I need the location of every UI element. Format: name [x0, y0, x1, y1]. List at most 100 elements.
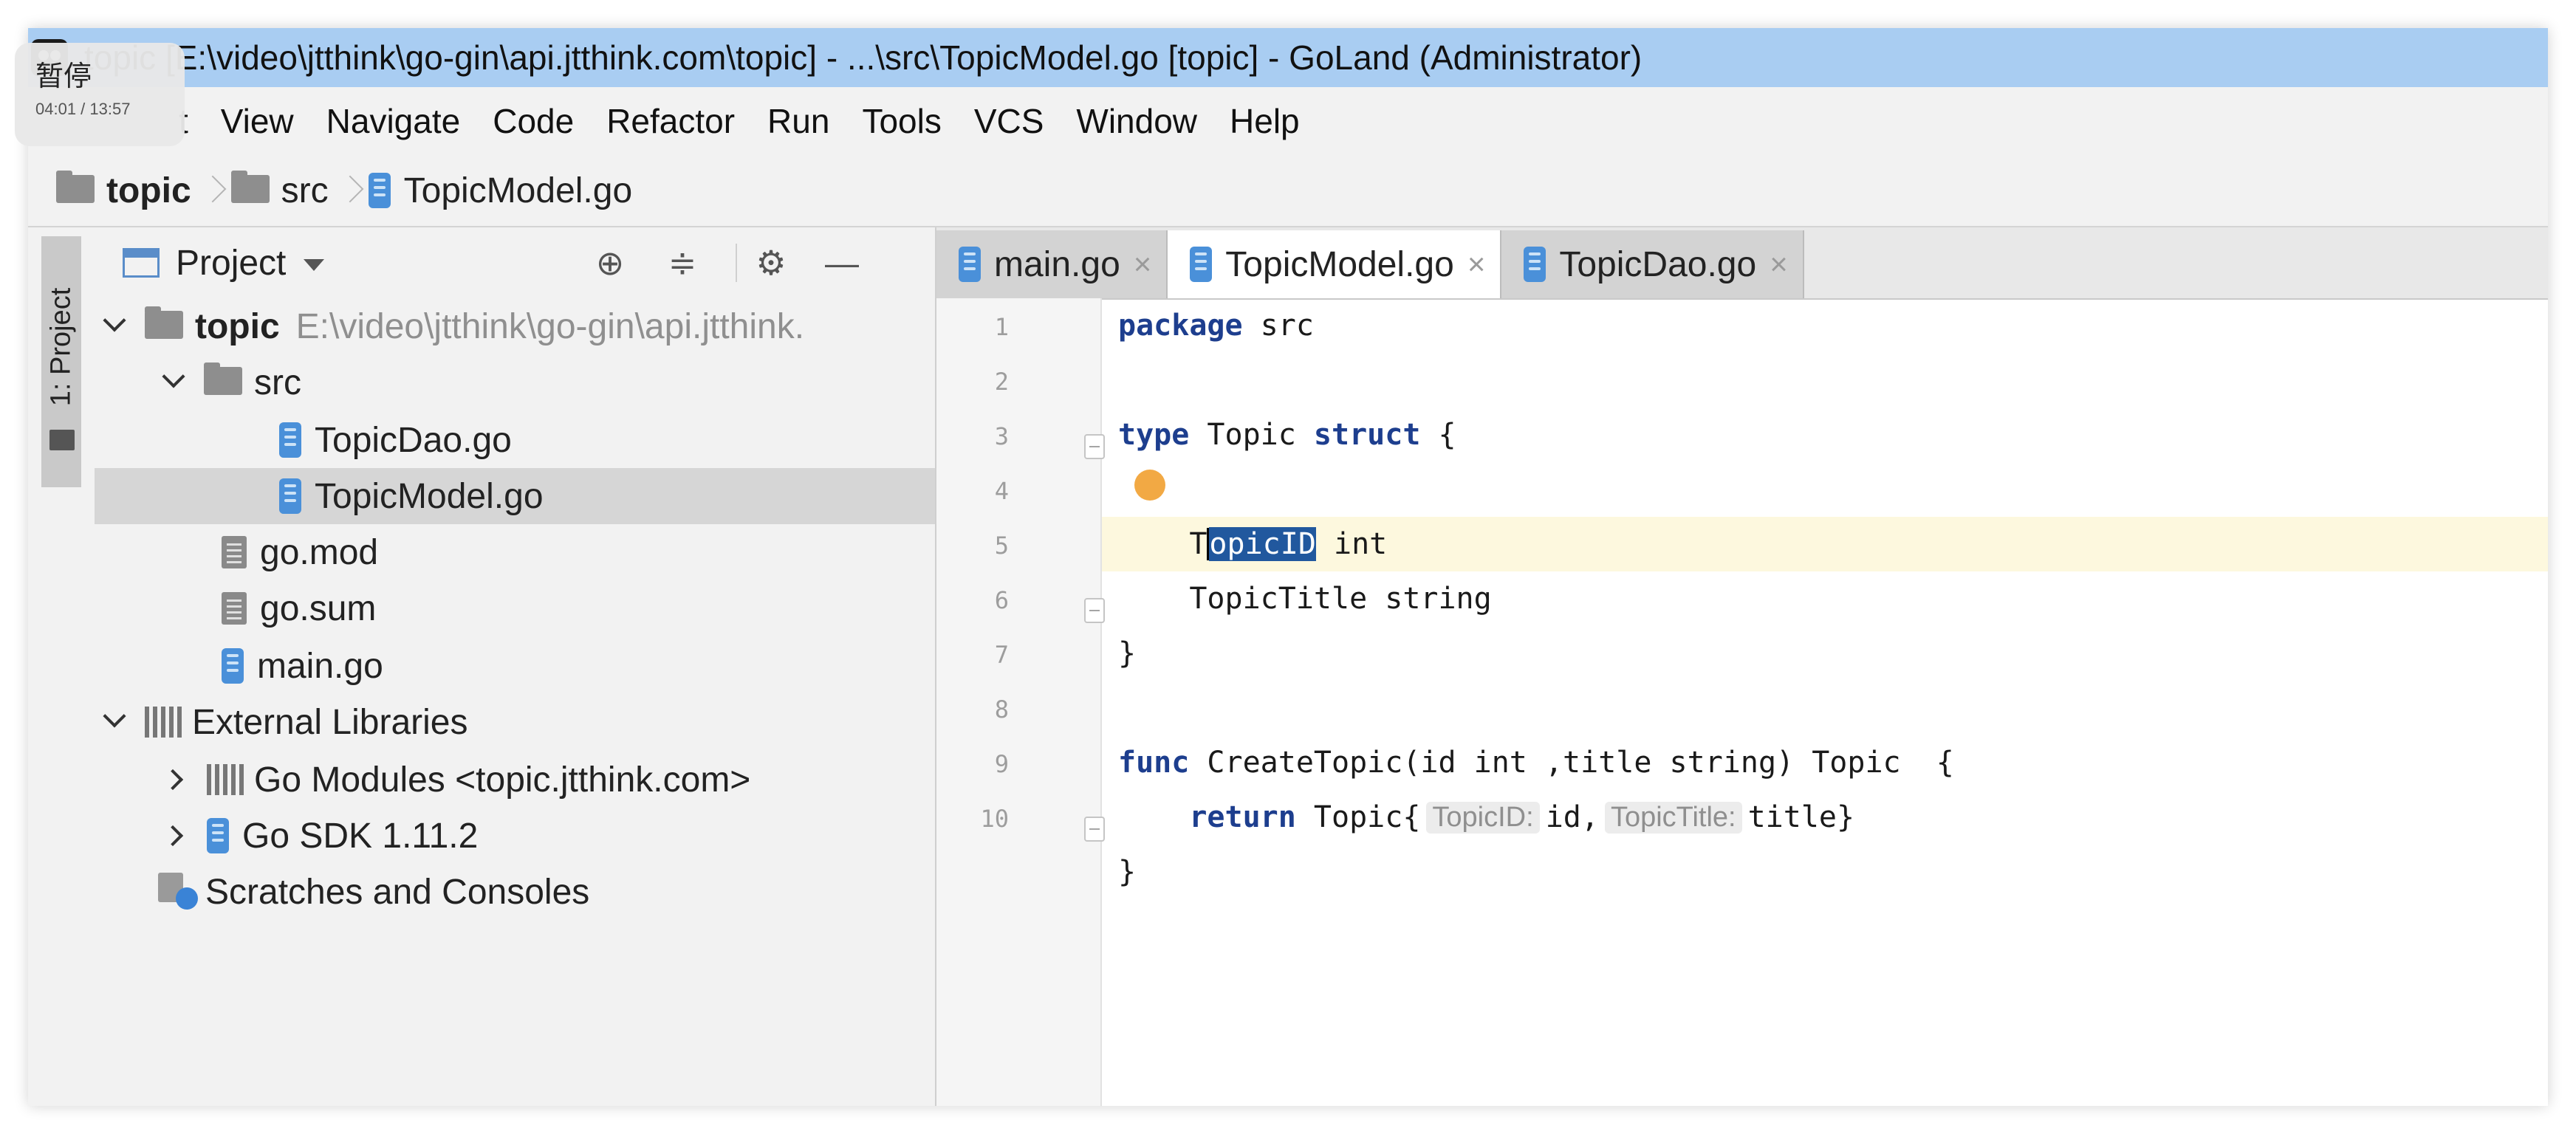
tab-label: main.go [994, 244, 1120, 284]
code-line-1[interactable]: package src [1118, 298, 1314, 353]
gear-icon[interactable]: ⚙ [736, 244, 790, 282]
code-line-5[interactable]: TopicTitle string [1118, 571, 1491, 626]
menu-view[interactable]: View [221, 101, 294, 141]
chevron-right-icon[interactable] [162, 825, 184, 847]
tree-item-go-modules[interactable]: Go Modules <topic.jtthink.com> [95, 752, 935, 808]
code-line-3[interactable]: ty pe Topic struct { [1118, 408, 1456, 462]
breadcrumb: topic src TopicModel.go [28, 155, 2548, 227]
keyword: struct [1313, 418, 1421, 452]
go-file-icon [279, 422, 301, 458]
close-icon[interactable]: × [1467, 247, 1486, 282]
code-line-4[interactable]: TopicID int [1118, 517, 1387, 571]
fold-icon[interactable] [1084, 817, 1105, 842]
menu-run[interactable]: Run [767, 101, 829, 141]
tree-item-gosum[interactable]: go.sum [95, 580, 935, 636]
menu-tools[interactable]: Tools [862, 101, 941, 141]
tree-item-label: Go Modules <topic.jtthink.com> [254, 760, 751, 800]
folder-icon [230, 171, 270, 203]
tree-item-topicdao[interactable]: TopicDao.go [95, 412, 935, 468]
line-number: 8 [994, 695, 1009, 724]
tree-item-label: src [254, 362, 301, 402]
menu-navigate[interactable]: Navigate [326, 101, 461, 141]
go-file-icon [1524, 247, 1546, 282]
tree-item-label: Go SDK 1.11.2 [242, 816, 479, 856]
window-title: topic [E:\video\jtthink\go-gin\api.jtthi… [84, 38, 1642, 77]
go-sdk-icon [207, 818, 229, 853]
tab-label: TopicModel.go [1225, 244, 1454, 284]
code-text: } [1118, 855, 1137, 889]
chevron-right-icon[interactable] [162, 769, 184, 791]
pause-overlay[interactable]: 暂停 04:01 / 13:57 [15, 43, 185, 146]
breadcrumb-label: src [281, 171, 329, 210]
code-text: T [1189, 527, 1208, 561]
line-number: 7 [994, 641, 1009, 669]
tree-item-go-sdk[interactable]: Go SDK 1.11.2 [95, 808, 935, 864]
minimize-icon[interactable]: — [823, 244, 861, 282]
line-gutter: 1 2 3 4 5 6 7 8 9 10 [936, 298, 1105, 1106]
selected-text: opicID [1209, 527, 1316, 561]
parameter-hint: TopicID: [1426, 801, 1540, 834]
breadcrumb-item-topic[interactable]: topic [56, 171, 191, 211]
code-text: id, [1545, 800, 1599, 834]
breadcrumb-item-src[interactable]: src [230, 171, 329, 211]
chevron-down-icon[interactable] [304, 259, 325, 271]
tab-topicdao-go[interactable]: TopicDao.go × [1501, 230, 1804, 298]
tree-item-scratches[interactable]: Scratches and Consoles [95, 864, 935, 920]
menu-help[interactable]: Help [1230, 101, 1300, 141]
project-view-icon [123, 248, 160, 278]
close-icon[interactable]: × [1770, 247, 1788, 282]
code-line-9[interactable]: return Topic{TopicID: id, TopicTitle: title… [1118, 790, 1854, 845]
tree-item-topic[interactable]: topic E:\video\jtthink\go-gin\api.jtthin… [95, 298, 935, 354]
code-line-10[interactable]: } [1118, 845, 1136, 899]
line-number: 6 [994, 586, 1009, 614]
menu-code[interactable]: Code [493, 101, 574, 141]
playback-time: 04:01 / 13:57 [35, 100, 131, 118]
editor-tabs: main.go × TopicModel.go × TopicDao.go × [936, 227, 2548, 300]
keyword: package [1118, 309, 1243, 343]
breadcrumb-label: TopicModel.go [403, 171, 633, 210]
project-panel-header: Project ⊕ ≑ ⚙ — [95, 227, 935, 298]
breadcrumb-item-file[interactable]: TopicModel.go [368, 171, 633, 211]
folder-icon [145, 306, 183, 339]
keyword: return [1189, 800, 1296, 834]
library-icon [207, 764, 244, 795]
project-panel-title[interactable]: Project [176, 243, 286, 284]
code-text: } [1118, 636, 1137, 670]
tree-item-label: main.go [257, 646, 383, 686]
keyword: pe [1154, 418, 1190, 452]
project-tool-tab[interactable]: 1: Project [41, 236, 81, 487]
menu-refactor[interactable]: Refactor [606, 101, 735, 141]
chevron-down-icon[interactable] [103, 704, 126, 728]
fold-icon[interactable] [1084, 598, 1105, 623]
tree-item-maingo[interactable]: main.go [95, 638, 935, 694]
tab-main-go[interactable]: main.go × [936, 230, 1168, 298]
tree-item-gomod[interactable]: go.mod [95, 524, 935, 580]
menu-vcs[interactable]: VCS [974, 101, 1044, 141]
goland-window: topic [E:\video\jtthink\go-gin\api.jtthi… [28, 28, 2548, 1106]
tree-item-src[interactable]: src [95, 354, 935, 410]
code-line-6[interactable]: } [1118, 626, 1136, 681]
project-panel: Project ⊕ ≑ ⚙ — topic E:\video\jtthink\g… [95, 227, 936, 1106]
tree-item-label: TopicDao.go [315, 420, 512, 460]
chevron-down-icon[interactable] [103, 309, 126, 332]
fold-icon[interactable] [1084, 434, 1105, 459]
code-text: int [1315, 527, 1388, 561]
line-number: 10 [980, 805, 1009, 833]
locate-icon[interactable]: ⊕ [591, 244, 629, 282]
tree-item-topicmodel[interactable]: TopicModel.go [95, 468, 935, 524]
line-number: 9 [994, 750, 1009, 778]
collapse-all-icon[interactable]: ≑ [663, 244, 702, 282]
pause-label: 暂停 [35, 61, 92, 92]
tab-topicmodel-go[interactable]: TopicModel.go × [1168, 230, 1502, 298]
library-icon [145, 707, 182, 738]
menu-window[interactable]: Window [1076, 101, 1197, 141]
code-text: title} [1747, 800, 1855, 834]
tab-label: TopicDao.go [1559, 244, 1757, 284]
close-icon[interactable]: × [1134, 247, 1152, 282]
tree-item-external-libraries[interactable]: External Libraries [95, 694, 935, 750]
line-number: 5 [994, 532, 1009, 560]
code-line-8[interactable]: func CreateTopic(id int ,title string) T… [1118, 735, 1954, 790]
chevron-down-icon[interactable] [162, 365, 185, 388]
text-file-icon [222, 536, 247, 568]
